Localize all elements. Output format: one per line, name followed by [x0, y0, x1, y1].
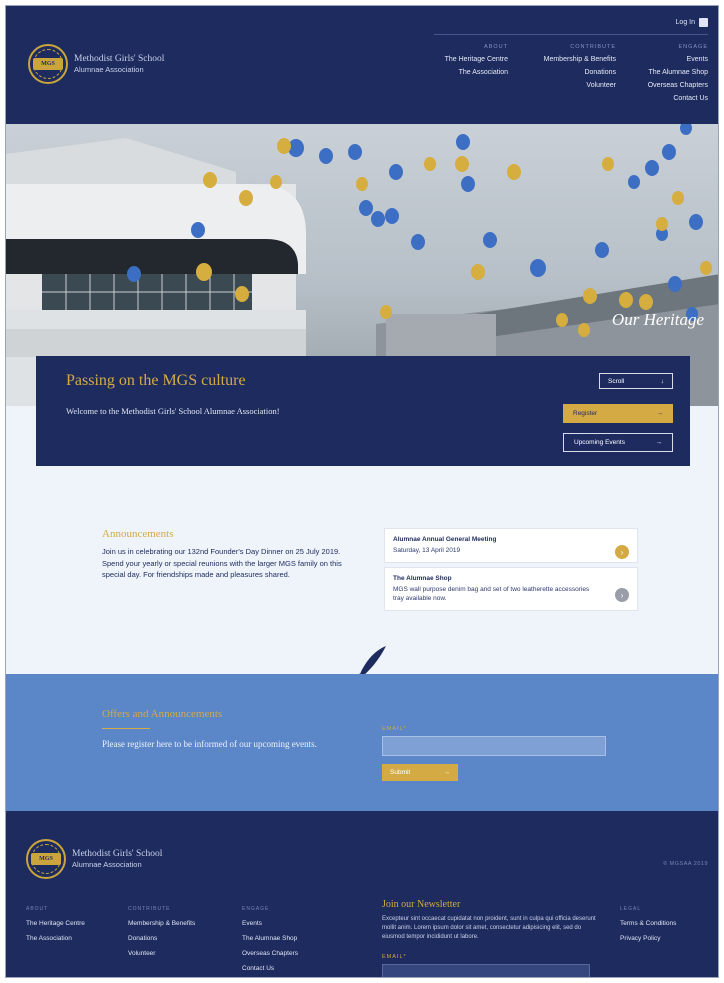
- announcements-body: Join us in celebrating our 132nd Founder…: [102, 547, 342, 579]
- nav-item-heritage-centre[interactable]: The Heritage Centre: [445, 56, 508, 63]
- logo-text: Methodist Girls' School Alumnae Associat…: [74, 54, 164, 74]
- arrow-right-circle-icon[interactable]: ›: [615, 545, 629, 559]
- welcome-panel: Passing on the MGS culture Welcome to th…: [36, 356, 690, 466]
- hero-caption: Our Heritage: [611, 310, 704, 329]
- footer-link-association[interactable]: The Association: [26, 935, 85, 942]
- newsletter-block: Join our Newsletter Excepteur sint occae…: [382, 899, 596, 977]
- newsletter-title: Join our Newsletter: [382, 899, 461, 910]
- footer-link-donations[interactable]: Donations: [128, 935, 195, 942]
- footer-link-contact-us[interactable]: Contact Us: [242, 965, 298, 972]
- site-footer: MGS Methodist Girls' School Alumnae Asso…: [6, 811, 718, 977]
- footer-link-events[interactable]: Events: [242, 920, 298, 927]
- newsletter-text: Excepteur sint occaecat cupidatat non pr…: [382, 916, 596, 940]
- nav-group-engage: ENGAGE Events The Alumnae Shop Overseas …: [648, 44, 708, 108]
- card-date: Saturday, 13 April 2019: [393, 547, 461, 554]
- footer-group-legal: LEGAL Terms & Conditions Privacy Policy: [620, 906, 676, 950]
- announcement-card[interactable]: The Alumnae Shop MGS wall purpose denim …: [384, 567, 638, 611]
- email-input[interactable]: [382, 736, 606, 756]
- footer-heading-engage: ENGAGE: [242, 906, 270, 912]
- site-header: MGS Methodist Girls' School Alumnae Asso…: [6, 6, 718, 124]
- arrow-right-icon: →: [656, 410, 664, 417]
- scroll-label: Scroll: [608, 377, 625, 385]
- footer-group-about: ABOUT The Heritage Centre The Associatio…: [26, 906, 85, 950]
- footer-heading-about: ABOUT: [26, 906, 49, 912]
- nav-item-events[interactable]: Events: [648, 56, 708, 63]
- login-label: Log In: [675, 19, 695, 26]
- card-title: Alumnae Annual General Meeting: [393, 536, 497, 543]
- seal-text: MGS: [33, 58, 63, 70]
- page: MGS Methodist Girls' School Alumnae Asso…: [5, 5, 719, 978]
- nav-item-volunteer[interactable]: Volunteer: [544, 82, 616, 89]
- offers-divider: [102, 728, 150, 729]
- announcement-card[interactable]: Alumnae Annual General Meeting Saturday,…: [384, 528, 638, 563]
- arrow-down-icon: ↓: [660, 377, 664, 385]
- logo-association-name: Alumnae Association: [72, 860, 142, 869]
- nav-group-about: ABOUT The Heritage Centre The Associatio…: [445, 44, 508, 82]
- footer-link-terms[interactable]: Terms & Conditions: [620, 920, 676, 927]
- seal-text: MGS: [31, 853, 61, 865]
- login-link[interactable]: Log In: [676, 18, 708, 27]
- site-logo[interactable]: MGS Methodist Girls' School Alumnae Asso…: [28, 44, 164, 84]
- newsletter-email-input[interactable]: [382, 964, 590, 977]
- welcome-text: Welcome to the Methodist Girls' School A…: [66, 406, 280, 416]
- arrow-right-icon: →: [655, 439, 663, 446]
- nav-item-membership[interactable]: Membership & Benefits: [544, 56, 616, 63]
- nav-item-alumnae-shop[interactable]: The Alumnae Shop: [648, 69, 708, 76]
- offers-title: Offers and Announcements: [102, 708, 223, 720]
- register-label: Register: [573, 410, 598, 417]
- announcement-cards: Alumnae Annual General Meeting Saturday,…: [384, 528, 638, 615]
- footer-link-membership[interactable]: Membership & Benefits: [128, 920, 195, 927]
- newsletter-email-label: EMAIL*: [382, 954, 407, 960]
- footer-logo[interactable]: MGS Methodist Girls' School Alumnae Asso…: [26, 839, 162, 879]
- nav-heading-about: ABOUT: [484, 44, 508, 50]
- upcoming-events-label: Upcoming Events: [574, 439, 625, 446]
- nav-item-association[interactable]: The Association: [445, 69, 508, 76]
- nav-group-contribute: CONTRIBUTE Membership & Benefits Donatio…: [544, 44, 616, 95]
- logo-school-name: Methodist Girls' School: [74, 54, 165, 64]
- nav-divider: [434, 34, 708, 35]
- upcoming-events-button[interactable]: Upcoming Events →: [563, 433, 673, 452]
- panel-title: Passing on the MGS culture: [66, 372, 246, 389]
- login-icon: [699, 18, 708, 27]
- submit-button[interactable]: Submit →: [382, 764, 458, 781]
- nav-heading-engage: ENGAGE: [678, 44, 708, 50]
- footer-link-heritage-centre[interactable]: The Heritage Centre: [26, 920, 85, 927]
- email-label: EMAIL*: [382, 726, 407, 732]
- offers-text: Please register here to be informed of o…: [102, 739, 317, 749]
- card-title: The Alumnae Shop: [393, 575, 452, 582]
- nav-item-donations[interactable]: Donations: [544, 69, 616, 76]
- school-seal-icon: MGS: [28, 44, 68, 84]
- logo-association-name: Alumnae Association: [74, 65, 144, 74]
- copyright: © MGSAA 2019: [663, 861, 708, 867]
- footer-link-volunteer[interactable]: Volunteer: [128, 950, 195, 957]
- footer-heading-legal: LEGAL: [620, 906, 642, 912]
- footer-link-privacy[interactable]: Privacy Policy: [620, 935, 676, 942]
- announcements-title: Announcements: [102, 528, 174, 540]
- card-description: MGS wall purpose denim bag and set of tw…: [393, 586, 590, 602]
- nav-item-overseas-chapters[interactable]: Overseas Chapters: [648, 82, 708, 89]
- nav-item-contact-us[interactable]: Contact Us: [648, 95, 708, 102]
- logo-school-name: Methodist Girls' School: [72, 849, 163, 859]
- register-button[interactable]: Register →: [563, 404, 673, 423]
- submit-label: Submit: [390, 769, 411, 776]
- arrow-right-circle-icon[interactable]: ›: [615, 588, 629, 602]
- offers-section: Offers and Announcements Please register…: [6, 674, 718, 811]
- footer-link-alumnae-shop[interactable]: The Alumnae Shop: [242, 935, 298, 942]
- nav-heading-contribute: CONTRIBUTE: [570, 44, 616, 50]
- logo-text: Methodist Girls' School Alumnae Associat…: [72, 849, 162, 869]
- footer-heading-contribute: CONTRIBUTE: [128, 906, 171, 912]
- scroll-button[interactable]: Scroll ↓: [599, 373, 673, 389]
- footer-group-contribute: CONTRIBUTE Membership & Benefits Donatio…: [128, 906, 195, 965]
- school-seal-icon: MGS: [26, 839, 66, 879]
- footer-group-engage: ENGAGE Events The Alumnae Shop Overseas …: [242, 906, 298, 977]
- footer-link-overseas-chapters[interactable]: Overseas Chapters: [242, 950, 298, 957]
- arrow-right-icon: →: [443, 769, 451, 776]
